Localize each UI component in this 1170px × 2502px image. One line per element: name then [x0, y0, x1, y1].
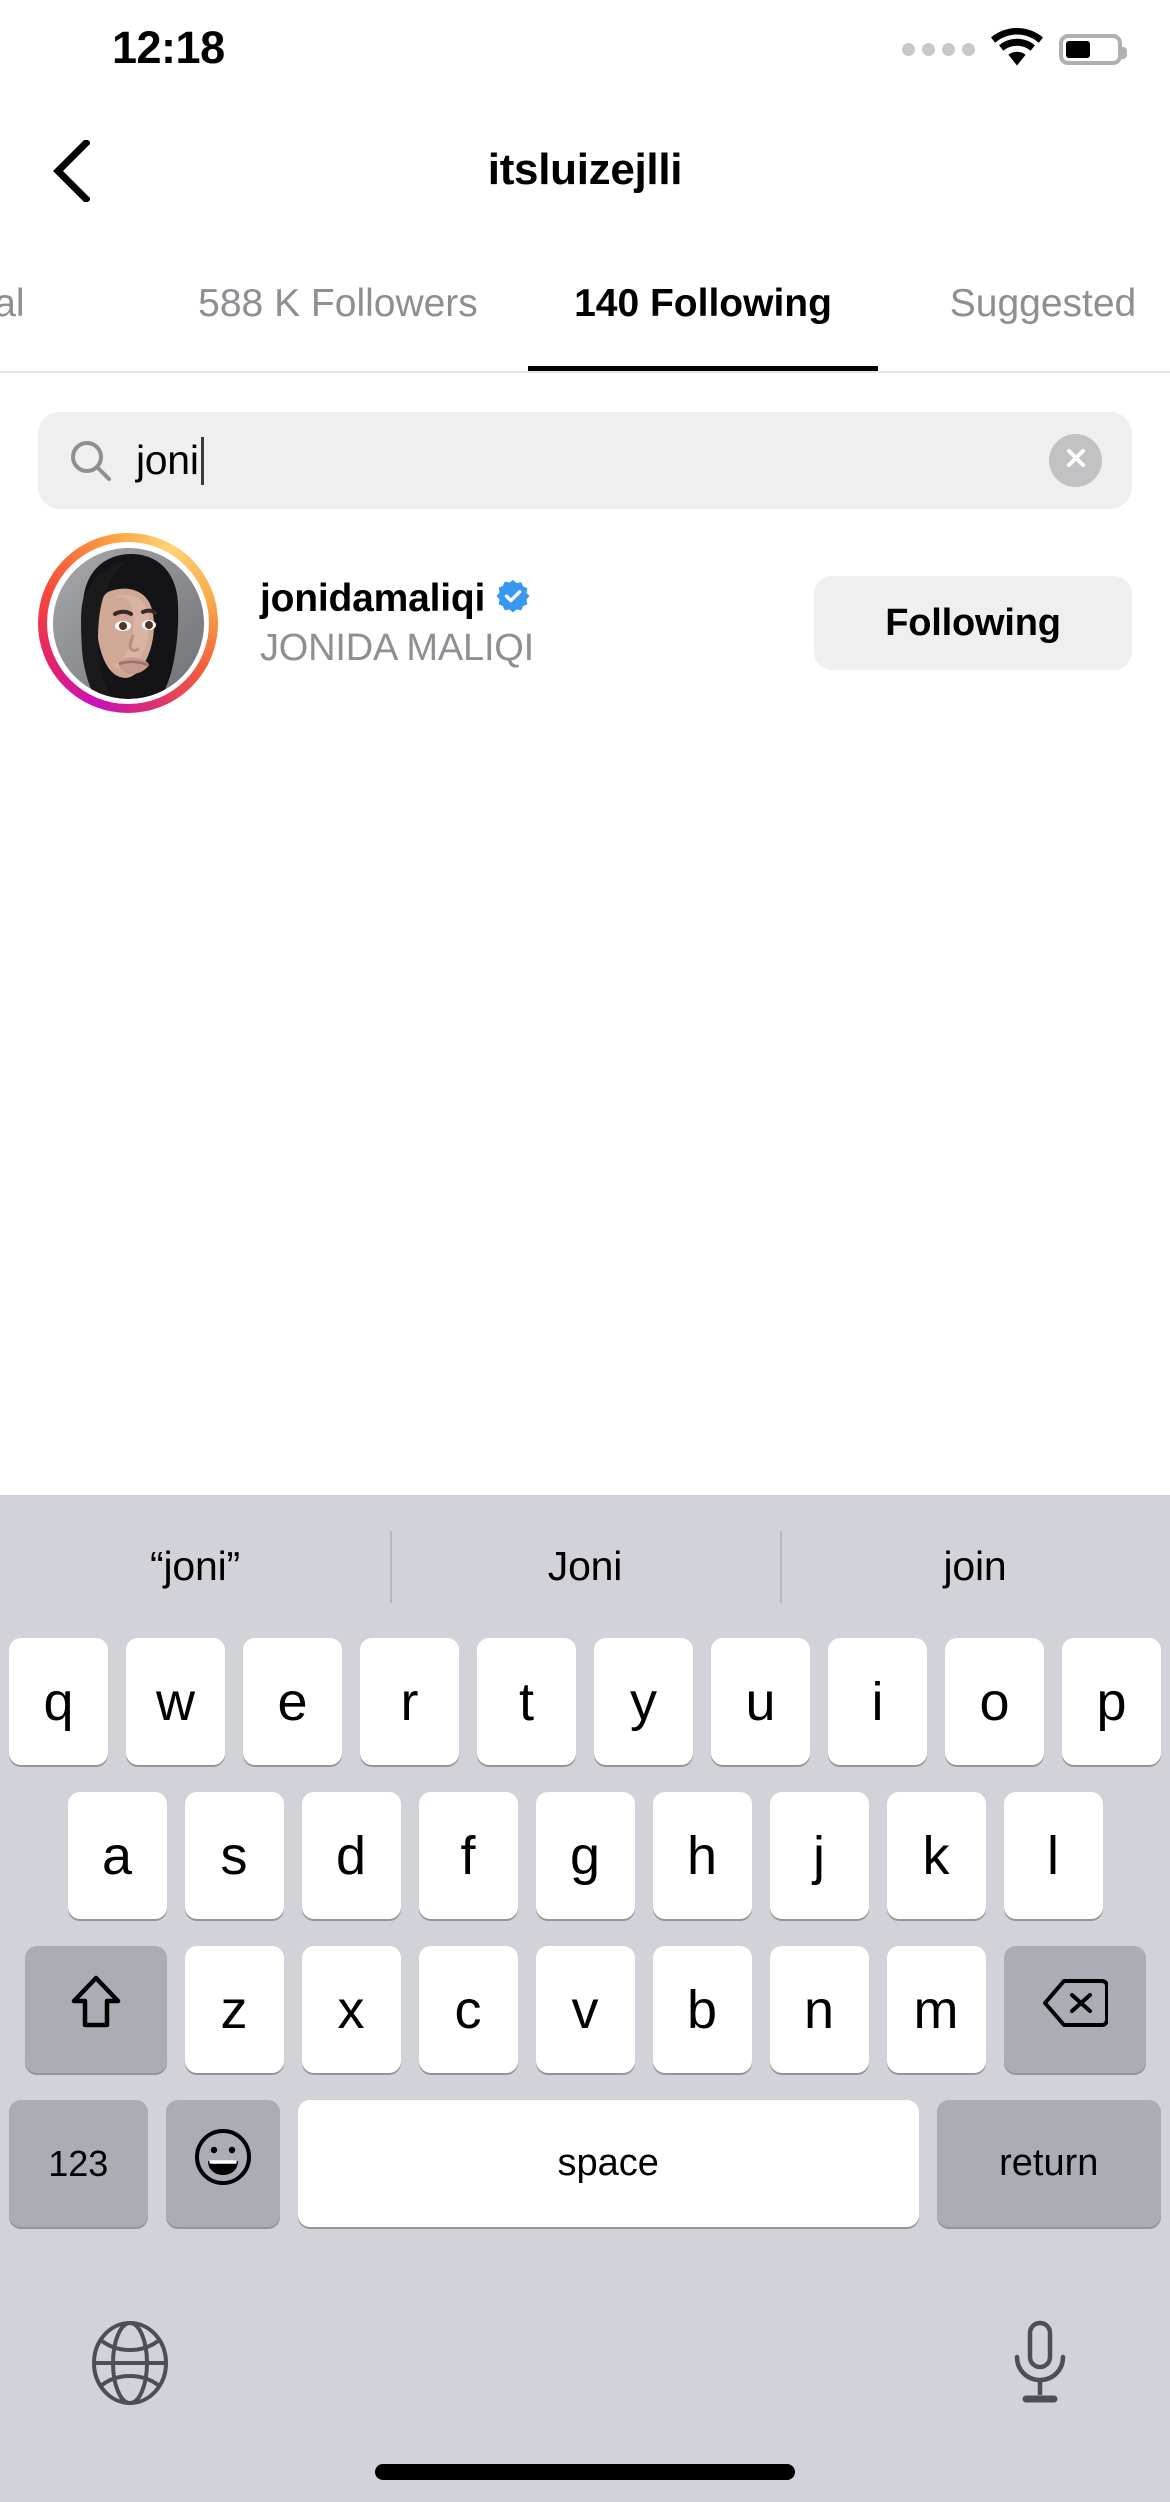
status-bar-indicators [902, 28, 1127, 71]
keyboard-bottom-bar [0, 2290, 1170, 2502]
close-circle-icon [1063, 445, 1089, 476]
page-title: itsluizejlli [487, 145, 683, 194]
key-n[interactable]: n [769, 1946, 869, 2073]
key-q[interactable]: q [9, 1638, 108, 1765]
shift-key[interactable] [24, 1946, 167, 2073]
username: jonidamaliqi [260, 576, 486, 620]
search-input[interactable]: joni [38, 412, 1132, 509]
backspace-key[interactable] [1003, 1946, 1146, 2073]
suggestion-2[interactable]: join [780, 1533, 1170, 1600]
key-i[interactable]: i [828, 1638, 927, 1765]
keyboard-suggestion-bar: “joni” Joni join [0, 1495, 1170, 1638]
key-z[interactable]: z [184, 1946, 284, 2073]
key-f[interactable]: f [418, 1792, 518, 1919]
key-p[interactable]: p [1062, 1638, 1161, 1765]
key-h[interactable]: h [652, 1792, 752, 1919]
suggestion-1[interactable]: Joni [390, 1533, 780, 1600]
avatar-inner-gap [47, 542, 209, 704]
status-bar-time: 12:18 [112, 22, 225, 73]
key-c[interactable]: c [418, 1946, 518, 2073]
key-m[interactable]: m [886, 1946, 986, 2073]
username-line: jonidamaliqi [260, 577, 814, 621]
backspace-icon [1042, 1978, 1109, 2041]
keyboard-row-3: z x c v b n m [0, 1946, 1170, 2073]
key-g[interactable]: g [535, 1792, 635, 1919]
space-key[interactable]: space [297, 2100, 919, 2227]
keyboard-row-1: q w e r t y u i o p [0, 1638, 1170, 1765]
globe-key[interactable] [85, 2320, 175, 2410]
emoji-smiley-icon [193, 2127, 253, 2200]
microphone-icon [1008, 2320, 1072, 2411]
key-e[interactable]: e [243, 1638, 342, 1765]
tab-suggested[interactable]: Suggested [878, 258, 1170, 373]
list-item-text: jonidamaliqi JONIDA MALIQI [260, 577, 814, 670]
text-caret [200, 436, 204, 485]
verified-badge-icon [496, 579, 530, 618]
battery-icon [1059, 34, 1127, 65]
nav-header: itsluizejlli [0, 118, 1170, 223]
key-y[interactable]: y [594, 1638, 693, 1765]
return-key[interactable]: return [936, 2100, 1161, 2227]
signal-dots-icon [902, 43, 975, 56]
full-name: JONIDA MALIQI [260, 626, 535, 669]
key-r[interactable]: r [360, 1638, 459, 1765]
key-a[interactable]: a [67, 1792, 167, 1919]
keyboard: “joni” Joni join q w e r t y u i o p a s [0, 1495, 1170, 2502]
globe-icon [91, 2320, 169, 2410]
wifi-icon [991, 28, 1043, 71]
key-w[interactable]: w [126, 1638, 225, 1765]
app-screen: 12:18 itsluizejlli al 588 K Followers 14… [0, 0, 1170, 2502]
tab-following[interactable]: 140 Following [528, 258, 878, 373]
key-u[interactable]: u [711, 1638, 810, 1765]
emoji-key[interactable] [165, 2100, 280, 2227]
shift-arrow-icon [69, 1974, 123, 2045]
key-k[interactable]: k [886, 1792, 986, 1919]
key-b[interactable]: b [652, 1946, 752, 2073]
avatar-story-ring[interactable] [38, 533, 218, 713]
keyboard-row-2: a s d f g h j k l [0, 1792, 1170, 1919]
search-value: joni [136, 437, 199, 483]
key-l[interactable]: l [1003, 1792, 1103, 1919]
clear-search-button[interactable] [1049, 434, 1102, 487]
suggestion-0[interactable]: “joni” [0, 1533, 390, 1600]
tab-bar: utual 588 K Followers 140 Following Sugg… [0, 258, 1170, 373]
following-button[interactable]: Following [814, 576, 1132, 670]
key-o[interactable]: o [945, 1638, 1044, 1765]
status-bar: 12:18 [0, 0, 1170, 100]
key-x[interactable]: x [301, 1946, 401, 2073]
tab-followers[interactable]: 588 K Followers [148, 258, 528, 373]
keyboard-keys: q w e r t y u i o p a s d f g h j k l z … [0, 1638, 1170, 2227]
search-icon [68, 438, 114, 484]
search-value-wrapper: joni [136, 436, 1049, 485]
key-j[interactable]: j [769, 1792, 869, 1919]
dictation-key[interactable] [995, 2320, 1085, 2410]
tab-mutual[interactable]: utual [0, 258, 148, 373]
avatar[interactable] [52, 547, 204, 699]
key-v[interactable]: v [535, 1946, 635, 2073]
list-item[interactable]: jonidamaliqi JONIDA MALIQI Following [0, 528, 1170, 718]
home-indicator[interactable] [375, 2464, 795, 2480]
key-s[interactable]: s [184, 1792, 284, 1919]
tab-divider [0, 371, 1170, 373]
key-t[interactable]: t [477, 1638, 576, 1765]
key-d[interactable]: d [301, 1792, 401, 1919]
numeric-key[interactable]: 123 [9, 2100, 148, 2227]
keyboard-row-4: 123 space return [0, 2100, 1170, 2227]
